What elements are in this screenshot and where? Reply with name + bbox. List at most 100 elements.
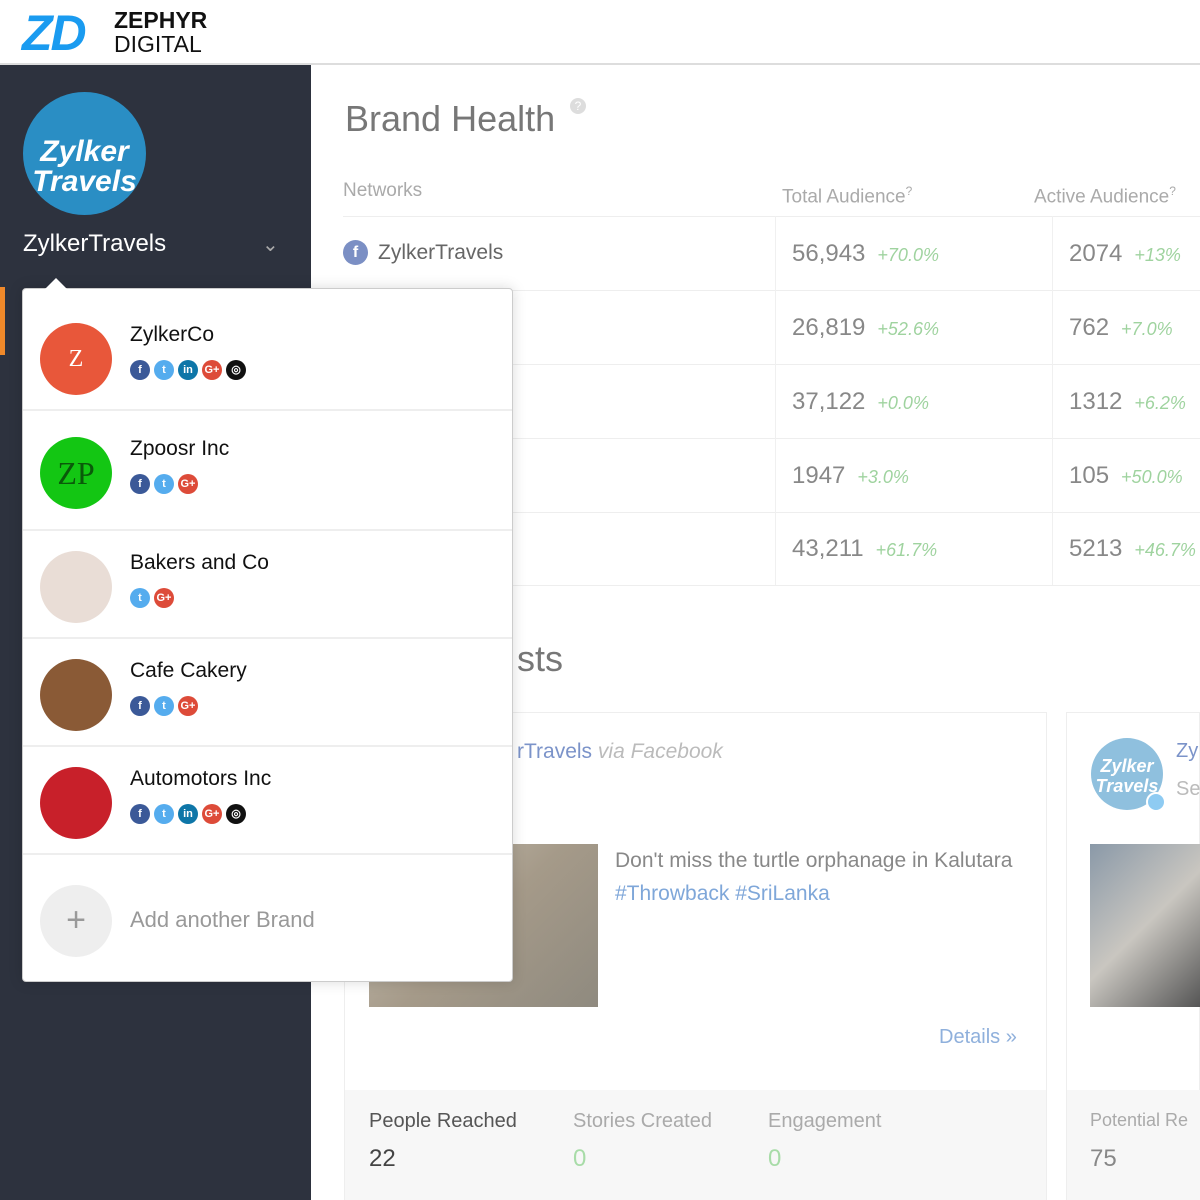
audience-change: +7.0% bbox=[1121, 319, 1173, 339]
audience-value: 43,211 bbox=[792, 535, 864, 562]
audience-value: 5213 bbox=[1069, 535, 1123, 562]
brand-avatar: Z bbox=[40, 323, 112, 395]
brand-name: Zpoosr Inc bbox=[130, 437, 230, 460]
post-body: Don't miss the turtle orphanage in Kalut… bbox=[615, 849, 1013, 872]
audience-change: +0.0% bbox=[877, 393, 929, 413]
google-plus-icon: G+ bbox=[202, 804, 222, 824]
audience-change: +61.7% bbox=[875, 540, 938, 560]
total-audience-cell: 56,943 +70.0% bbox=[792, 240, 939, 268]
total-audience-cell: 26,819 +52.6% bbox=[792, 314, 939, 342]
stat-value: 22 bbox=[369, 1145, 396, 1172]
brand-avatar bbox=[40, 659, 112, 731]
brand-option[interactable]: Cafe Cakery f t G+ bbox=[23, 639, 512, 747]
brand-name: Cafe Cakery bbox=[130, 659, 247, 682]
help-icon[interactable]: ? bbox=[906, 184, 913, 198]
linkedin-icon: in bbox=[178, 804, 198, 824]
instagram-icon: ◎ bbox=[226, 804, 246, 824]
stat-label: Engagement bbox=[768, 1110, 882, 1132]
column-header: Active Audience? bbox=[1034, 184, 1176, 208]
active-audience-cell: 762 +7.0% bbox=[1069, 314, 1173, 342]
audience-value: 1947 bbox=[792, 462, 846, 489]
audience-change: +70.0% bbox=[877, 245, 939, 265]
audience-change: +52.6% bbox=[877, 319, 939, 339]
total-audience-cell: 1947 +3.0% bbox=[792, 462, 909, 490]
post-stats bbox=[1067, 1090, 1200, 1200]
twitter-icon: t bbox=[130, 588, 150, 608]
add-brand-icon[interactable]: + bbox=[40, 885, 112, 957]
brand-avatar[interactable]: Zylker Travels bbox=[23, 92, 146, 215]
brand-avatar bbox=[40, 767, 112, 839]
post-text: Don't miss the turtle orphanage in Kalut… bbox=[615, 844, 1015, 910]
google-plus-icon: G+ bbox=[202, 360, 222, 380]
network-row[interactable]: f ZylkerTravels bbox=[343, 240, 503, 265]
twitter-icon: t bbox=[154, 474, 174, 494]
stat-label: People Reached bbox=[369, 1110, 517, 1132]
post-author[interactable]: rTravels via Facebook bbox=[517, 740, 723, 764]
twitter-icon: t bbox=[154, 360, 174, 380]
divider bbox=[343, 216, 1200, 217]
brand-avatar bbox=[40, 551, 112, 623]
network-icons: f t in G+ ◎ bbox=[130, 360, 246, 380]
active-indicator bbox=[0, 287, 5, 355]
add-brand-button[interactable]: Add another Brand bbox=[130, 907, 315, 933]
details-link[interactable]: Details » bbox=[939, 1026, 1017, 1049]
audience-change: +50.0% bbox=[1121, 467, 1183, 487]
post-stats bbox=[345, 1090, 1046, 1200]
twitter-icon: t bbox=[154, 804, 174, 824]
column-header: Networks bbox=[343, 180, 423, 201]
google-plus-icon: G+ bbox=[154, 588, 174, 608]
audience-value: 37,122 bbox=[792, 388, 866, 415]
section-title: sts bbox=[517, 638, 564, 679]
active-audience-cell: 1312 +6.2% bbox=[1069, 388, 1186, 416]
stat-label: Stories Created bbox=[573, 1110, 712, 1132]
author-name[interactable]: rTravels bbox=[517, 740, 592, 763]
hashtags[interactable]: #Throwback #SriLanka bbox=[615, 882, 830, 905]
post-source: via Facebook bbox=[597, 740, 723, 763]
brand-option[interactable]: Bakers and Co t G+ bbox=[23, 531, 512, 639]
network-icons: f t in G+ ◎ bbox=[130, 804, 246, 824]
audience-change: +6.2% bbox=[1134, 393, 1186, 413]
dropdown-pointer bbox=[45, 278, 67, 289]
stat-label: Potential Re bbox=[1090, 1110, 1189, 1130]
active-audience-cell: 2074 +13% bbox=[1069, 240, 1181, 268]
help-icon[interactable]: ? bbox=[570, 98, 586, 114]
post-image[interactable] bbox=[1090, 844, 1200, 1007]
column-header-label: Active Audience bbox=[1034, 186, 1170, 208]
facebook-icon: f bbox=[343, 240, 368, 265]
brand-name: ZylkerCo bbox=[130, 323, 215, 346]
brand-option[interactable]: Z ZylkerCo f t in G+ ◎ bbox=[23, 289, 512, 411]
column-header: Total Audience? bbox=[782, 184, 912, 208]
brand-avatar: ZP bbox=[40, 437, 112, 509]
active-audience-cell: 105 +50.0% bbox=[1069, 462, 1183, 490]
page-title: Brand Health bbox=[345, 98, 556, 139]
network-icons: f t G+ bbox=[130, 696, 198, 716]
google-plus-icon: G+ bbox=[178, 474, 198, 494]
total-audience-cell: 43,211 +61.7% bbox=[792, 535, 937, 563]
divider bbox=[775, 216, 776, 585]
total-audience-cell: 37,122 +0.0% bbox=[792, 388, 929, 416]
logo-text: ZEPHYR bbox=[114, 7, 208, 33]
network-name: ZylkerTravels bbox=[378, 240, 504, 264]
network-icons: f t G+ bbox=[130, 474, 198, 494]
column-header-label: Total Audience bbox=[782, 186, 906, 208]
help-icon[interactable]: ? bbox=[1169, 184, 1176, 198]
audience-value: 105 bbox=[1069, 462, 1110, 489]
post-author[interactable]: Zy bbox=[1176, 740, 1198, 763]
twitter-icon: t bbox=[154, 696, 174, 716]
brand-name: Automotors Inc bbox=[130, 767, 272, 790]
active-audience-cell: 5213 +46.7% bbox=[1069, 535, 1196, 563]
stat-value: 75 bbox=[1090, 1145, 1117, 1172]
audience-change: +13% bbox=[1134, 245, 1181, 265]
brand-option[interactable]: Automotors Inc f t in G+ ◎ bbox=[23, 747, 512, 855]
brand-option[interactable]: ZP Zpoosr Inc f t G+ bbox=[23, 411, 512, 531]
facebook-icon: f bbox=[130, 360, 150, 380]
instagram-icon: ◎ bbox=[226, 360, 246, 380]
chevron-down-icon[interactable]: ⌄ bbox=[262, 232, 279, 257]
linkedin-icon: in bbox=[178, 360, 198, 380]
brand-switcher[interactable]: ZylkerTravels bbox=[23, 230, 166, 258]
facebook-icon: f bbox=[130, 804, 150, 824]
audience-value: 2074 bbox=[1069, 240, 1123, 267]
twitter-icon bbox=[1146, 792, 1166, 812]
divider bbox=[1052, 216, 1053, 585]
stat-value: 0 bbox=[768, 1145, 782, 1172]
